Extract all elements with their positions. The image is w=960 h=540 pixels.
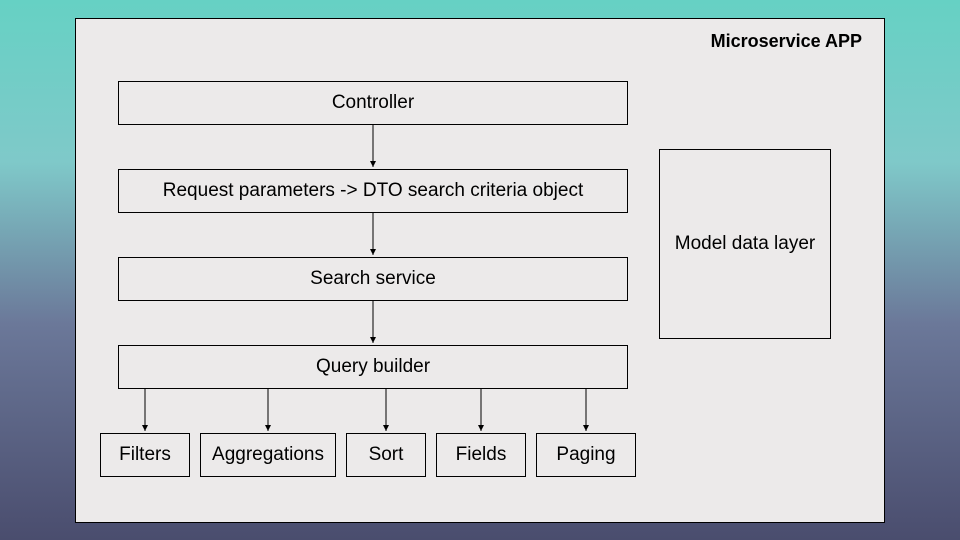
box-sort: Sort	[346, 433, 426, 477]
box-paging: Paging	[536, 433, 636, 477]
box-fields: Fields	[436, 433, 526, 477]
diagram-title: Microservice APP	[711, 31, 862, 52]
box-aggregations: Aggregations	[200, 433, 336, 477]
box-query: Query builder	[118, 345, 628, 389]
box-controller: Controller	[118, 81, 628, 125]
box-filters: Filters	[100, 433, 190, 477]
box-dto: Request parameters -> DTO search criteri…	[118, 169, 628, 213]
box-search: Search service	[118, 257, 628, 301]
box-model-data-layer: Model data layer	[659, 149, 831, 339]
diagram-panel: Microservice APP Controller Request para…	[75, 18, 885, 523]
